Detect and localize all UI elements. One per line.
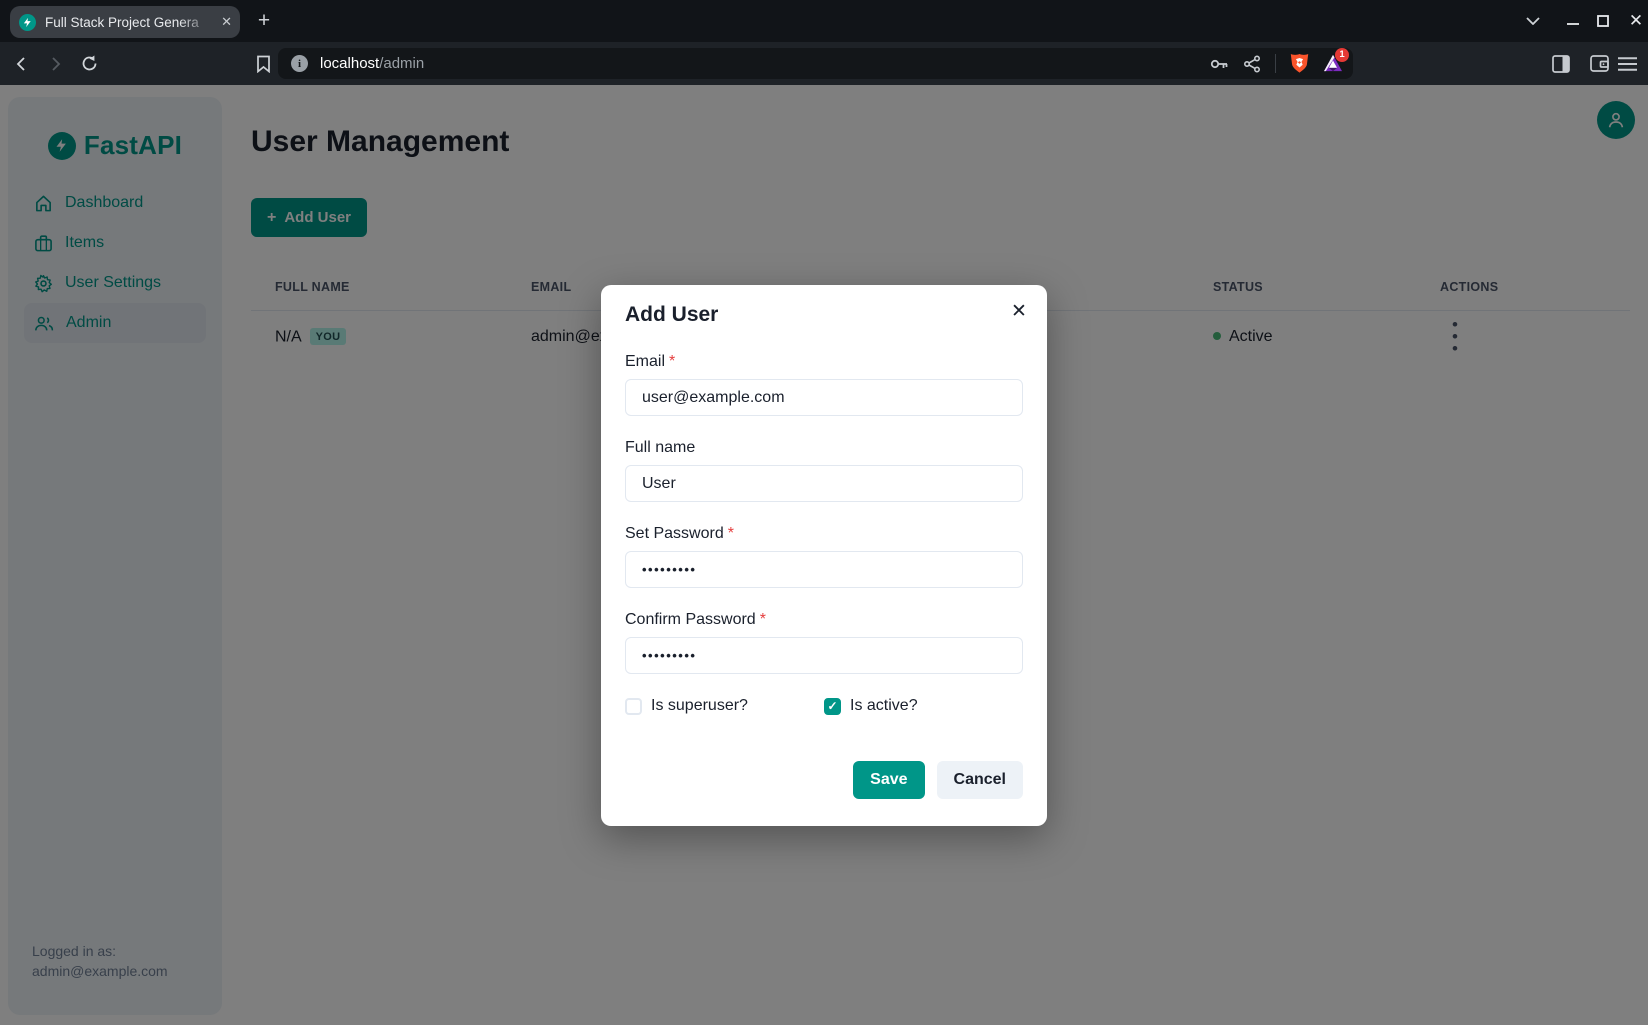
side-panel-icon[interactable]: [1548, 42, 1574, 85]
fastapi-favicon-icon: [19, 14, 36, 31]
brave-rewards-icon[interactable]: 1: [1323, 54, 1343, 74]
save-button[interactable]: Save: [853, 761, 924, 799]
tab-search-chevron-icon[interactable]: [1521, 10, 1545, 32]
full-name-field-group: Full name: [625, 439, 1023, 502]
confirm-password-field-group: Confirm Password*: [625, 611, 1023, 674]
back-button[interactable]: [10, 42, 34, 85]
modal-close-icon[interactable]: ✕: [1005, 297, 1033, 325]
site-info-icon[interactable]: i: [291, 55, 308, 72]
tab-close-icon[interactable]: ✕: [221, 14, 232, 30]
wallet-icon[interactable]: [1586, 42, 1612, 85]
is-superuser-label: Is superuser?: [651, 697, 748, 715]
required-asterisk: *: [669, 353, 675, 370]
checkbox-row: ✓ Is superuser? ✓ Is active?: [625, 697, 1023, 715]
required-asterisk: *: [728, 525, 734, 542]
modal-footer: Save Cancel: [625, 761, 1023, 799]
brave-shield-icon[interactable]: [1290, 53, 1309, 74]
reload-button[interactable]: [77, 42, 101, 85]
modal-title: Add User: [625, 303, 1023, 327]
set-password-input[interactable]: [625, 551, 1023, 588]
confirm-password-input[interactable]: [625, 637, 1023, 674]
window-close-button[interactable]: ✕: [1624, 10, 1648, 32]
rewards-notification-badge: 1: [1335, 48, 1349, 62]
full-name-label: Full name: [625, 439, 1023, 457]
is-superuser-checkbox[interactable]: ✓: [625, 698, 642, 715]
confirm-password-label: Confirm Password*: [625, 611, 1023, 629]
browser-toolbar: i localhost/admin: [0, 42, 1648, 85]
bookmark-icon[interactable]: [251, 42, 275, 85]
menu-hamburger-icon[interactable]: [1613, 42, 1641, 85]
url-bar[interactable]: i localhost/admin: [278, 48, 1353, 79]
new-tab-button[interactable]: +: [252, 9, 276, 33]
share-icon[interactable]: [1243, 55, 1261, 73]
tab-title: Full Stack Project Genera: [45, 15, 217, 30]
set-password-field-group: Set Password*: [625, 525, 1023, 588]
is-active-checkbox[interactable]: ✓: [824, 698, 841, 715]
browser-tab[interactable]: Full Stack Project Genera ✕: [10, 6, 240, 38]
window-maximize-button[interactable]: [1592, 10, 1614, 32]
add-user-modal: ✕ Add User Email* Full name Set Password…: [601, 285, 1047, 826]
required-asterisk: *: [760, 611, 766, 628]
email-field-group: Email*: [625, 353, 1023, 416]
cancel-button[interactable]: Cancel: [937, 761, 1023, 799]
password-key-icon[interactable]: [1209, 54, 1229, 74]
browser-titlebar: Full Stack Project Genera ✕ + ✕: [0, 0, 1648, 42]
forward-button[interactable]: [43, 42, 67, 85]
window-minimize-button[interactable]: [1562, 10, 1584, 32]
set-password-label: Set Password*: [625, 525, 1023, 543]
email-input[interactable]: [625, 379, 1023, 416]
is-active-label: Is active?: [850, 697, 918, 715]
toolbar-divider: [1275, 54, 1276, 73]
email-label: Email*: [625, 353, 1023, 371]
full-name-input[interactable]: [625, 465, 1023, 502]
url-text: localhost/admin: [320, 55, 424, 72]
